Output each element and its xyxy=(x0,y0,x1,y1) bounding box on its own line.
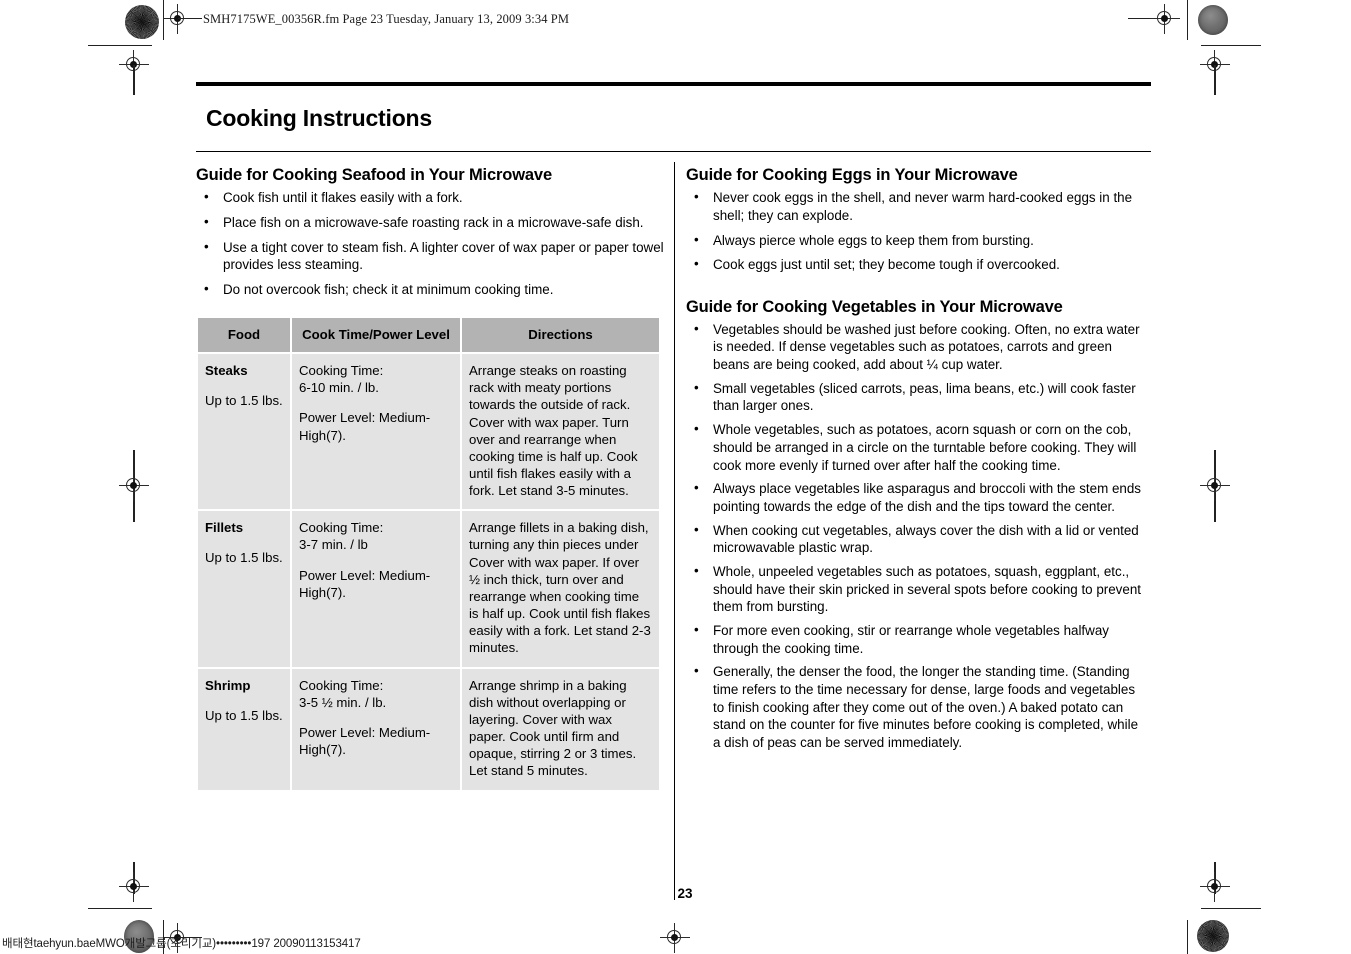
crop-line-upper-left xyxy=(88,45,152,47)
registration-target-bottom-center xyxy=(660,923,690,953)
cell-food: Fillets Up to 1.5 lbs. xyxy=(198,511,290,667)
title-rule-bottom xyxy=(196,150,1151,153)
footer-production-code: 배태현taehyun.baeMWO개발그룹(조리기교)•••••••••197 … xyxy=(2,938,361,950)
list-item: Whole, unpeeled vegetables such as potat… xyxy=(686,562,1149,616)
crop-line-upper-right xyxy=(1201,45,1261,47)
cell-food: Steaks Up to 1.5 lbs. xyxy=(198,354,290,510)
cook-time: Cooking Time: 3-5 ½ min. / lb. xyxy=(299,677,387,710)
seafood-section-heading: Guide for Cooking Seafood in Your Microw… xyxy=(196,166,552,185)
cell-directions: Arrange fillets in a baking dish, turnin… xyxy=(462,511,659,667)
registration-target-mid-right xyxy=(1200,471,1230,501)
seafood-cooking-table: Food Cook Time/Power Level Directions St… xyxy=(196,316,661,792)
table-header-cook-time-power-level: Cook Time/Power Level xyxy=(292,317,460,353)
table-header-directions: Directions xyxy=(462,317,659,353)
trim-line-bottom-right-vertical xyxy=(1187,920,1189,954)
cell-food: Shrimp Up to 1.5 lbs. xyxy=(198,668,290,790)
cell-directions: Arrange steaks on roasting rack with mea… xyxy=(462,354,659,510)
food-quantity: Up to 1.5 lbs. xyxy=(205,550,283,566)
list-item: Cook fish until it flakes easily with a … xyxy=(196,188,664,207)
page-title: Cooking Instructions xyxy=(206,105,433,132)
vegetables-section-heading: Guide for Cooking Vegetables in Your Mic… xyxy=(686,297,1063,316)
list-item: Vegetables should be washed just before … xyxy=(686,320,1149,374)
trim-line-top-right-vertical xyxy=(1187,0,1189,40)
list-item: Always place vegetables like asparagus a… xyxy=(686,479,1149,515)
crop-line-upper-left-vertical xyxy=(133,65,135,95)
column-divider-rule xyxy=(674,162,676,901)
list-item: Place fish on a microwave-safe roasting … xyxy=(196,213,664,232)
trim-line-top-left-horizontal xyxy=(178,18,202,20)
starburst-registration-blob-top-left xyxy=(125,5,159,39)
left-column: Guide for Cooking Seafood in Your Microw… xyxy=(196,166,664,791)
list-item: Do not overcook fish; check it at minimu… xyxy=(196,280,664,299)
food-name: Shrimp xyxy=(205,677,251,693)
source-file-header: SMH7175WE_00356R.fm Page 23 Tuesday, Jan… xyxy=(203,12,570,26)
page-number: 23 xyxy=(0,886,1351,901)
list-item: Generally, the denser the food, the long… xyxy=(686,662,1149,751)
power-level: Power Level: Medium-High(7). xyxy=(299,567,431,600)
cell-cook-time-power: Cooking Time: 3-5 ½ min. / lb. Power Lev… xyxy=(292,668,460,790)
registration-target-top-right xyxy=(1150,4,1180,34)
power-level: Power Level: Medium-High(7). xyxy=(299,724,431,758)
table-header-food: Food xyxy=(198,317,290,353)
page-content: Cooking Instructions Guide for Cooking S… xyxy=(196,82,1151,901)
power-level: Power Level: Medium-High(7). xyxy=(299,410,431,443)
page-number-value: 23 xyxy=(677,886,693,901)
column-gutter xyxy=(664,162,686,901)
food-quantity: Up to 1.5 lbs. xyxy=(205,393,283,409)
food-name: Fillets xyxy=(205,520,244,536)
crop-line-upper-right-vertical xyxy=(1214,65,1216,95)
two-column-layout: Guide for Cooking Seafood in Your Microw… xyxy=(196,162,1151,901)
table-row: Shrimp Up to 1.5 lbs. Cooking Time: 3-5 … xyxy=(198,668,659,790)
density-blob-top-right xyxy=(1198,5,1228,35)
title-rule-top xyxy=(196,82,1151,86)
food-quantity: Up to 1.5 lbs. xyxy=(205,707,283,723)
list-item: Never cook eggs in the shell, and never … xyxy=(686,188,1149,224)
eggs-section-heading: Guide for Cooking Eggs in Your Microwave xyxy=(686,166,1018,185)
seafood-bullet-list: Cook fish until it flakes easily with a … xyxy=(196,188,664,299)
table-row: Fillets Up to 1.5 lbs. Cooking Time: 3-7… xyxy=(198,511,659,667)
cook-time: Cooking Time: 3-7 min. / lb xyxy=(299,520,384,553)
cell-directions: Arrange shrimp in a baking dish without … xyxy=(462,668,659,790)
table-row: Steaks Up to 1.5 lbs. Cooking Time: 6-10… xyxy=(198,354,659,510)
list-item: Cook eggs just until set; they become to… xyxy=(686,255,1149,274)
starburst-registration-blob-bottom-right xyxy=(1197,920,1229,952)
right-column: Guide for Cooking Eggs in Your Microwave… xyxy=(686,166,1149,791)
cell-cook-time-power: Cooking Time: 6-10 min. / lb. Power Leve… xyxy=(292,354,460,510)
eggs-bullet-list: Never cook eggs in the shell, and never … xyxy=(686,188,1149,274)
list-item: Small vegetables (sliced carrots, peas, … xyxy=(686,379,1149,415)
list-item: For more even cooking, stir or rearrange… xyxy=(686,621,1149,657)
cook-time: Cooking Time: 6-10 min. / lb. xyxy=(299,363,384,396)
vegetables-bullet-list: Vegetables should be washed just before … xyxy=(686,320,1149,752)
cell-cook-time-power: Cooking Time: 3-7 min. / lb Power Level:… xyxy=(292,511,460,667)
list-item: Use a tight cover to steam fish. A light… xyxy=(196,238,664,274)
list-item: Whole vegetables, such as potatoes, acor… xyxy=(686,420,1149,474)
registration-target-mid-left xyxy=(119,471,149,501)
table-header-row: Food Cook Time/Power Level Directions xyxy=(198,317,659,353)
crop-line-lower-right xyxy=(1201,908,1261,910)
list-item: Always pierce whole eggs to keep them fr… xyxy=(686,231,1149,250)
food-name: Steaks xyxy=(205,363,248,379)
list-item: When cooking cut vegetables, always cove… xyxy=(686,521,1149,557)
crop-line-lower-left xyxy=(88,908,152,910)
